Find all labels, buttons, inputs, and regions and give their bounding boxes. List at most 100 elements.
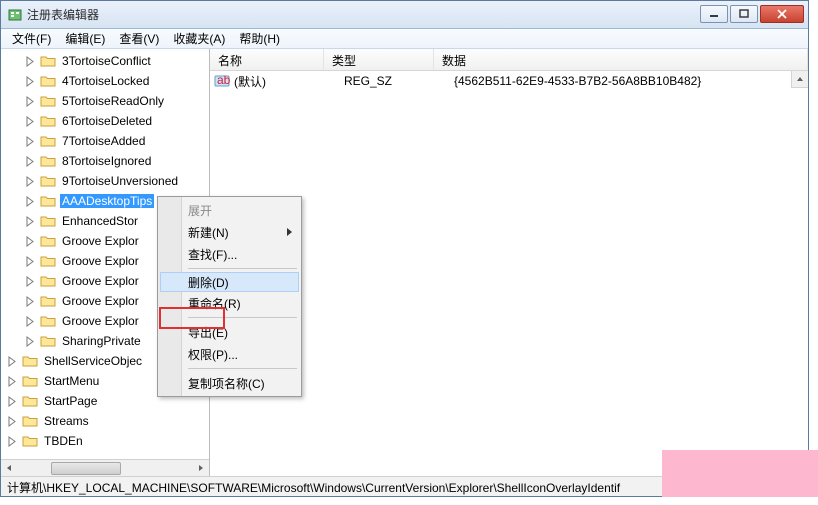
column-name[interactable]: 名称 <box>210 49 324 70</box>
folder-icon <box>40 94 56 108</box>
status-path: 计算机\HKEY_LOCAL_MACHINE\SOFTWARE\Microsof… <box>7 481 620 495</box>
string-value-icon: ab <box>214 73 230 89</box>
folder-icon <box>40 214 56 228</box>
expand-icon[interactable] <box>7 356 18 367</box>
tree-item-label: 8TortoiseIgnored <box>60 154 153 168</box>
tree-item-label: 3TortoiseConflict <box>60 54 153 68</box>
expand-icon[interactable] <box>25 176 36 187</box>
column-type[interactable]: 类型 <box>324 49 434 70</box>
folder-icon <box>40 274 56 288</box>
tree-item-label: TBDEn <box>42 434 85 448</box>
expand-icon[interactable] <box>7 396 18 407</box>
tree-horizontal-scrollbar[interactable] <box>1 459 209 476</box>
list-scroll-up-arrow-icon[interactable] <box>791 71 808 88</box>
menu-edit[interactable]: 编辑(E) <box>58 28 112 49</box>
expand-icon[interactable] <box>25 136 36 147</box>
maximize-button[interactable] <box>730 5 758 23</box>
expand-icon[interactable] <box>25 56 36 67</box>
tree-item-label: EnhancedStor <box>60 214 140 228</box>
expand-icon[interactable] <box>25 216 36 227</box>
folder-icon <box>22 394 38 408</box>
value-data: {4562B511-62E9-4533-B7B2-56A8BB10B482} <box>454 74 804 88</box>
folder-icon <box>22 414 38 428</box>
menu-file[interactable]: 文件(F) <box>5 28 58 49</box>
tree-item[interactable]: 4TortoiseLocked <box>1 71 209 91</box>
scroll-thumb[interactable] <box>51 462 121 475</box>
context-menu-item[interactable]: 删除(D) <box>160 272 299 292</box>
expand-icon[interactable] <box>25 156 36 167</box>
folder-icon <box>22 434 38 448</box>
pink-overlay <box>662 450 818 497</box>
menu-favorites[interactable]: 收藏夹(A) <box>166 28 232 49</box>
list-row[interactable]: ab (默认) REG_SZ {4562B511-62E9-4533-B7B2-… <box>210 71 808 91</box>
expand-icon[interactable] <box>25 256 36 267</box>
expand-icon[interactable] <box>25 296 36 307</box>
expand-icon[interactable] <box>25 116 36 127</box>
folder-icon <box>22 374 38 388</box>
context-menu-item[interactable]: 新建(N) <box>160 221 299 243</box>
svg-text:ab: ab <box>217 73 230 87</box>
tree-item[interactable]: 8TortoiseIgnored <box>1 151 209 171</box>
folder-icon <box>40 154 56 168</box>
scroll-left-arrow-icon[interactable] <box>1 460 18 477</box>
folder-icon <box>40 174 56 188</box>
minimize-button[interactable] <box>700 5 728 23</box>
expand-icon[interactable] <box>25 96 36 107</box>
tree-item-label: 9TortoiseUnversioned <box>60 174 180 188</box>
context-menu: 展开新建(N)查找(F)... 删除(D) 重命名(R) 导出(E)权限(P)... 复… <box>157 196 302 397</box>
tree-item-label: Groove Explor <box>60 274 141 288</box>
close-button[interactable] <box>760 5 804 23</box>
expand-icon[interactable] <box>25 276 36 287</box>
registry-editor-window: 注册表编辑器 文件(F) 编辑(E) 查看(V) 收藏夹(A) 帮助(H) 3T… <box>0 0 809 497</box>
tree-item-label: 4TortoiseLocked <box>60 74 151 88</box>
expand-icon[interactable] <box>7 376 18 387</box>
regedit-icon <box>7 7 23 23</box>
tree-item[interactable]: 9TortoiseUnversioned <box>1 171 209 191</box>
folder-icon <box>40 334 56 348</box>
folder-icon <box>40 134 56 148</box>
tree-item-label: Groove Explor <box>60 294 141 308</box>
tree-item-label: ShellServiceObjec <box>42 354 144 368</box>
context-menu-item[interactable]: 查找(F)... <box>160 243 299 265</box>
client-area: 3TortoiseConflict 4TortoiseLocked 5Tortois… <box>1 49 808 476</box>
list-header: 名称 类型 数据 <box>210 49 808 71</box>
tree-item[interactable]: 6TortoiseDeleted <box>1 111 209 131</box>
context-menu-item-label: 删除(D) <box>188 274 229 291</box>
menu-help[interactable]: 帮助(H) <box>232 28 287 49</box>
window-controls <box>700 5 804 25</box>
folder-icon <box>40 314 56 328</box>
expand-icon[interactable] <box>25 316 36 327</box>
context-menu-item-label: 复制项名称(C) <box>188 375 265 392</box>
expand-icon[interactable] <box>25 336 36 347</box>
context-menu-item-label: 重命名(R) <box>188 295 241 312</box>
expand-icon[interactable] <box>7 416 18 427</box>
tree-item[interactable]: 5TortoiseReadOnly <box>1 91 209 111</box>
titlebar[interactable]: 注册表编辑器 <box>1 1 808 29</box>
menu-view[interactable]: 查看(V) <box>112 28 166 49</box>
context-menu-item[interactable]: 重命名(R) <box>160 292 299 314</box>
scroll-right-arrow-icon[interactable] <box>192 460 209 477</box>
expand-icon[interactable] <box>7 436 18 447</box>
folder-icon <box>22 354 38 368</box>
context-menu-item: 展开 <box>160 199 299 221</box>
folder-icon <box>40 294 56 308</box>
tree-item-label: Groove Explor <box>60 254 141 268</box>
tree-item[interactable]: 3TortoiseConflict <box>1 51 209 71</box>
context-menu-item[interactable]: 导出(E) <box>160 321 299 343</box>
column-data[interactable]: 数据 <box>434 49 808 70</box>
context-menu-item[interactable]: 权限(P)... <box>160 343 299 365</box>
submenu-arrow-icon <box>287 225 293 239</box>
tree-item[interactable]: TBDEn <box>1 431 209 451</box>
tree-item-label: StartMenu <box>42 374 101 388</box>
folder-icon <box>40 194 56 208</box>
expand-icon[interactable] <box>25 236 36 247</box>
context-menu-item-label: 展开 <box>188 202 212 219</box>
expand-icon[interactable] <box>25 196 36 207</box>
context-menu-item[interactable]: 复制项名称(C) <box>160 372 299 394</box>
tree-item[interactable]: 7TortoiseAdded <box>1 131 209 151</box>
folder-icon <box>40 114 56 128</box>
context-menu-separator <box>188 368 297 369</box>
tree-item-label: 5TortoiseReadOnly <box>60 94 166 108</box>
expand-icon[interactable] <box>25 76 36 87</box>
tree-item[interactable]: Streams <box>1 411 209 431</box>
